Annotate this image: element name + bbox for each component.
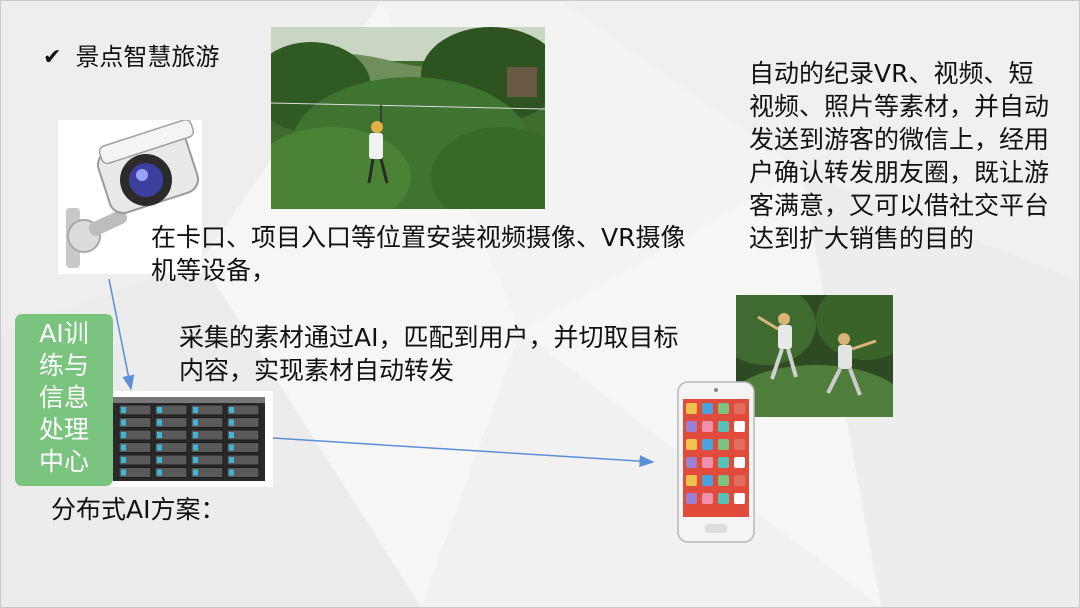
slide-title: 景点智慧旅游 [75, 43, 220, 71]
title-row: ✔ 景点智慧旅游 [43, 41, 219, 74]
distributed-ai-caption: 分布式AI方案： [51, 495, 226, 524]
install-caption: 在卡口、项目入口等位置安装视频摄像、VR摄像机等设备， [151, 223, 686, 285]
ai-box-line: 处理 [38, 415, 89, 444]
ai-box-line: 中心 [38, 447, 89, 476]
ai-box-line: 练与 [38, 351, 89, 380]
slide: ✔ 景点智慧旅游 在卡口、项目入口等位置安装视频摄像、VR摄像机等设备， 采集的… [0, 0, 1080, 608]
checkmark-icon: ✔ [43, 45, 62, 70]
ai-training-center-box: AI训 练与 信息 处理 中心 [15, 314, 113, 486]
ai-box-line: AI训 [39, 319, 89, 348]
ai-box-line: 信息 [38, 383, 89, 412]
ziplining-group-photo [736, 295, 893, 417]
server-rack-icon [109, 391, 273, 487]
smartphone-icon [677, 381, 755, 543]
auto-share-caption: 自动的纪录VR、视频、短视频、照片等素材，并自动发送到游客的微信上，经用户确认转… [749, 59, 1050, 253]
collect-caption: 采集的素材通过AI，匹配到用户，并切取目标内容，实现素材自动转发 [179, 323, 679, 385]
zipline-photo [271, 27, 545, 209]
